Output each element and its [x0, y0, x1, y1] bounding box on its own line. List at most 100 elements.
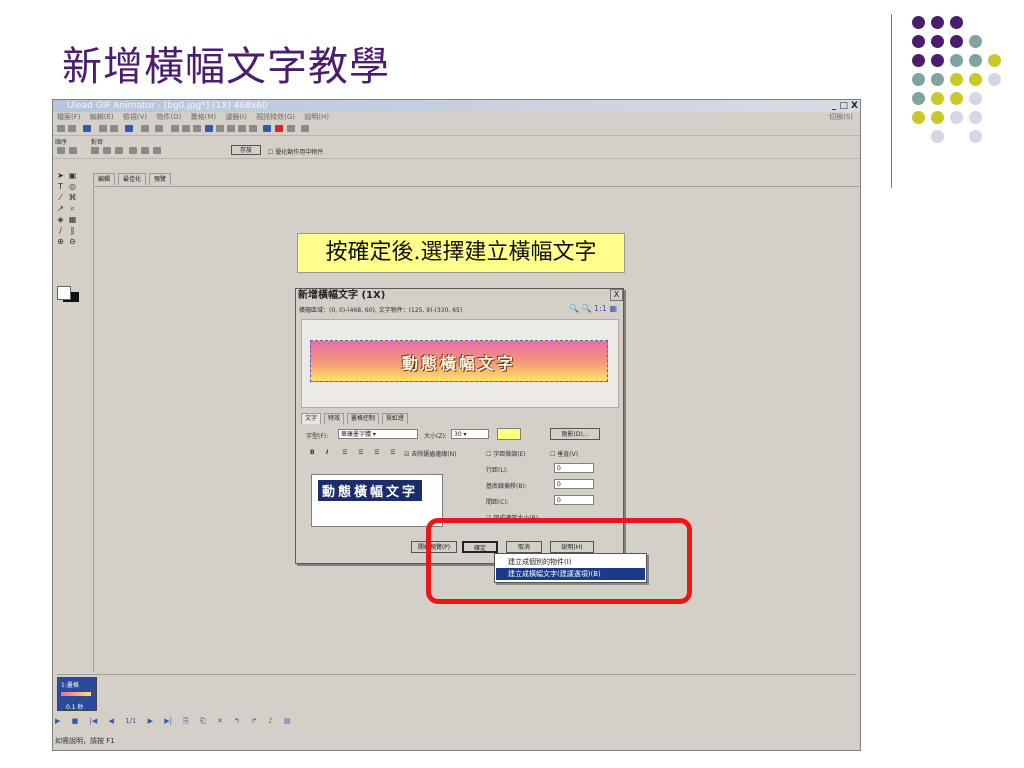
menu-help[interactable]: 說明(H)	[304, 113, 329, 121]
frame-props-icon[interactable]: ▤	[284, 717, 291, 725]
baseline-spinner[interactable]: 0	[554, 479, 594, 489]
decorative-dot	[931, 92, 944, 105]
tab-preview[interactable]: 預覽	[148, 173, 171, 185]
dialog-zoom-controls[interactable]: 🔍 🔍 1:1 ▦	[569, 304, 617, 313]
active-object-checkbox[interactable]: ☐ 優化動作用中物件	[268, 147, 323, 156]
marquee-tool-icon[interactable]: ▣	[67, 171, 78, 180]
align-bottom-icon[interactable]	[153, 147, 161, 154]
save-as-icon[interactable]	[110, 125, 118, 132]
last-frame-icon[interactable]: ▶|	[164, 717, 172, 725]
text-tool-icon[interactable]: T	[55, 182, 66, 191]
size-select[interactable]: 30 ▾	[451, 429, 489, 439]
align-left-icon[interactable]	[91, 147, 99, 154]
menu-switch[interactable]: 切換(S)	[829, 112, 853, 122]
foreground-color-swatch[interactable]	[57, 286, 71, 300]
add-image-icon[interactable]	[83, 125, 91, 132]
cut-icon[interactable]	[171, 125, 179, 132]
align-right-icon[interactable]	[115, 147, 123, 154]
align-top-icon[interactable]	[129, 147, 137, 154]
browser-icon[interactable]	[263, 125, 271, 132]
zoom-out-icon[interactable]: ⊖	[67, 237, 78, 246]
kerning-checkbox[interactable]: ☐ 字距微調(E)	[486, 449, 526, 458]
sound-icon[interactable]: ♪	[268, 717, 272, 725]
align-middle-icon[interactable]	[141, 147, 149, 154]
shadow-button[interactable]: 陰影(D)...	[550, 428, 600, 440]
store-button[interactable]: 存放	[231, 145, 261, 155]
new-file-icon[interactable]	[57, 125, 65, 132]
save-icon[interactable]	[99, 125, 107, 132]
bring-front-icon[interactable]	[57, 147, 65, 154]
next-frame-icon[interactable]: ▶	[148, 717, 153, 725]
optimize-icon[interactable]	[275, 125, 283, 132]
bold-icon[interactable]: B	[310, 449, 315, 456]
delete-icon[interactable]	[238, 125, 246, 132]
prev-frame-icon[interactable]: ◀	[108, 717, 113, 725]
clone-tool-icon[interactable]: ▦	[67, 215, 78, 224]
undo-icon[interactable]	[141, 125, 149, 132]
menu-frame[interactable]: 畫格(M)	[191, 113, 217, 121]
text-entry-box[interactable]: 動態橫幅文字	[311, 474, 443, 527]
vertical-checkbox[interactable]: ☐ 垂直(V)	[550, 449, 578, 458]
frame-thumbnail[interactable]: 1:畫格 0.1 秒	[57, 677, 97, 711]
lasso-tool-icon[interactable]: ◎	[67, 182, 78, 191]
banner-icon[interactable]	[249, 125, 257, 132]
leading-spinner[interactable]: 0	[554, 463, 594, 473]
align-center-icon[interactable]	[103, 147, 111, 154]
open-file-icon[interactable]	[68, 125, 76, 132]
tab-optimize[interactable]: 最佳化	[117, 173, 146, 185]
wand-tool-icon[interactable]: ↗	[55, 204, 66, 213]
brush-tool-icon[interactable]: ⁄	[55, 193, 66, 202]
banner-gradient[interactable]: 動態橫幅文字	[310, 340, 608, 382]
spacing-spinner[interactable]: 0	[554, 495, 594, 505]
align-center-text-icon[interactable]: ☰	[358, 449, 363, 456]
tab-text[interactable]: 文字	[301, 413, 322, 424]
duplicate-frame-bottom-icon[interactable]: ⎗	[200, 717, 206, 725]
dialog-close-button[interactable]: X	[610, 289, 623, 301]
font-select[interactable]: 華康墨字體 ▾	[338, 429, 418, 439]
play-icon[interactable]: ▶	[55, 717, 60, 725]
app-title: Ulead GIF Animator - [bg0.jpg*] (1X) 468…	[67, 101, 268, 111]
tab-frame-control[interactable]: 畫格控制	[346, 413, 379, 424]
menu-object[interactable]: 物件(O)	[156, 113, 181, 121]
delete-frame-icon[interactable]: ✕	[217, 717, 223, 725]
tab-edit[interactable]: 編輯	[93, 173, 116, 185]
duplicate-frame-icon[interactable]	[216, 125, 224, 132]
tab-effects[interactable]: 特效	[323, 413, 344, 424]
tab-neon[interactable]: 霓虹燈	[381, 413, 408, 424]
redo-icon[interactable]	[155, 125, 163, 132]
copy-icon[interactable]	[182, 125, 190, 132]
stop-icon[interactable]: ■	[72, 717, 79, 725]
align-left-text-icon[interactable]: ☰	[342, 449, 347, 456]
text-color-swatch[interactable]	[497, 428, 521, 440]
menu-file[interactable]: 檔案(F)	[57, 113, 81, 121]
menu-edit[interactable]: 編輯(E)	[90, 113, 114, 121]
lasso-free-icon[interactable]: ⌕	[67, 204, 78, 213]
pick-tool-icon[interactable]: ➤	[55, 171, 66, 180]
paste-icon[interactable]	[193, 125, 201, 132]
properties-icon[interactable]	[287, 125, 295, 132]
send-back-icon[interactable]	[69, 147, 77, 154]
paint-bucket-icon[interactable]: ◈	[55, 215, 66, 224]
help-pointer-icon[interactable]	[301, 125, 309, 132]
add-frame-icon[interactable]	[205, 125, 213, 132]
eraser-tool-icon[interactable]: ∥	[67, 226, 78, 235]
decorative-dot	[988, 73, 1001, 86]
add-frame-bottom-icon[interactable]: ⎘	[183, 717, 189, 725]
text-icon[interactable]	[227, 125, 235, 132]
window-controls[interactable]: _ □ X	[832, 100, 858, 112]
italic-icon[interactable]: I	[326, 449, 328, 456]
pen-tool-icon[interactable]: ∕	[55, 226, 66, 235]
rotate-left-icon[interactable]: ↰	[234, 717, 240, 725]
wizard-icon[interactable]	[125, 125, 133, 132]
menu-video-fx[interactable]: 視訊特效(G)	[256, 113, 295, 121]
align-right-text-icon[interactable]: ☰	[374, 449, 379, 456]
polygon-tool-icon[interactable]: ⌘	[67, 193, 78, 202]
justify-text-icon[interactable]: ☰	[390, 449, 395, 456]
zoom-in-icon[interactable]: ⊕	[55, 237, 66, 246]
antialias-checkbox[interactable]: ☑ 去除鋸齒邊緣(N)	[404, 449, 456, 458]
first-frame-icon[interactable]: |◀	[89, 717, 97, 725]
menu-view[interactable]: 檢視(V)	[123, 113, 147, 121]
rotate-right-icon[interactable]: ↱	[251, 717, 257, 725]
frame-panel: 1:畫格 0.1 秒	[57, 674, 856, 711]
menu-filter[interactable]: 濾鏡(I)	[225, 113, 247, 121]
